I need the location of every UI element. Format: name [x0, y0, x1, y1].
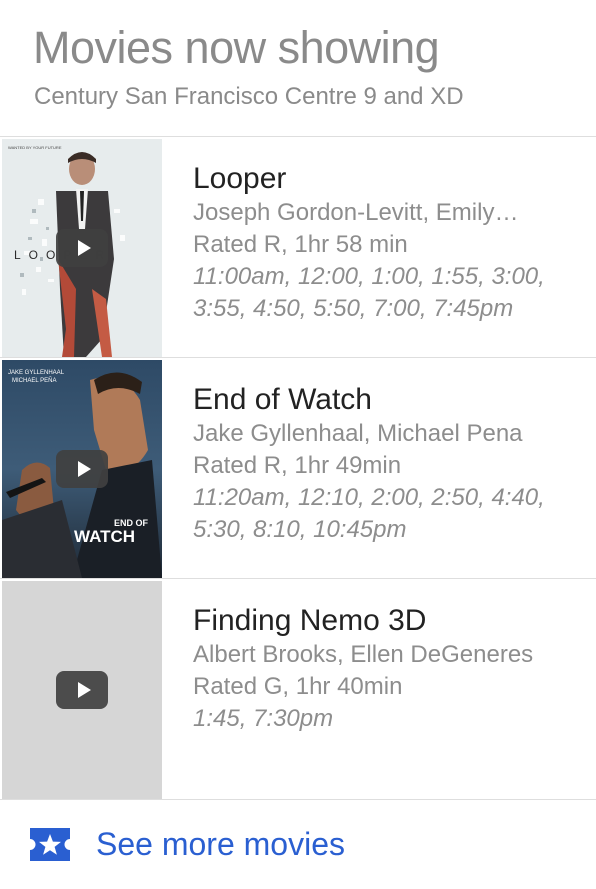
play-trailer-button[interactable] [56, 671, 108, 709]
movie-poster-placeholder[interactable] [2, 581, 162, 799]
movie-info: Looper Joseph Gordon-Levitt, Emily… Rate… [193, 161, 588, 325]
movie-title[interactable]: Looper [193, 161, 588, 197]
play-icon [77, 461, 91, 477]
movie-row-end-of-watch[interactable]: JAKE GYLLENHAAL MICHAEL PEÑA END OF WATC… [0, 358, 596, 579]
card-header: Movies now showing Century San Francisco… [0, 0, 596, 137]
play-icon [77, 240, 91, 256]
movie-rating: Rated R, 1hr 58 min [193, 231, 408, 258]
movies-card: Movies now showing Century San Francisco… [0, 0, 596, 889]
movie-info: Finding Nemo 3D Albert Brooks, Ellen DeG… [193, 603, 588, 735]
play-trailer-button[interactable] [56, 229, 108, 267]
movie-info: End of Watch Jake Gyllenhaal, Michael Pe… [193, 382, 588, 546]
svg-text:JAKE GYLLENHAAL: JAKE GYLLENHAAL [8, 370, 65, 376]
see-more-footer[interactable]: See more movies [0, 800, 596, 889]
play-trailer-button[interactable] [56, 450, 108, 488]
movie-row-looper[interactable]: WANTED BY YOUR FUTURE LOOPER Looper Jose… [0, 137, 596, 358]
movie-showtimes[interactable]: 11:20am, 12:10, 2:00, 2:50, 4:40, 5:30, … [193, 482, 588, 546]
movie-poster-end-of-watch[interactable]: JAKE GYLLENHAAL MICHAEL PEÑA END OF WATC… [2, 360, 162, 578]
svg-text:WATCH: WATCH [74, 527, 135, 546]
movie-title[interactable]: End of Watch [193, 382, 588, 418]
theater-name: Century San Francisco Centre 9 and XD [34, 83, 464, 110]
svg-text:WANTED BY YOUR FUTURE: WANTED BY YOUR FUTURE [8, 145, 62, 150]
ticket-star-icon [30, 828, 70, 861]
movie-cast: Joseph Gordon-Levitt, Emily… [193, 199, 519, 226]
movie-cast: Albert Brooks, Ellen DeGeneres [193, 641, 534, 668]
movie-showtimes[interactable]: 1:45, 7:30pm [193, 703, 588, 735]
movie-poster-looper[interactable]: WANTED BY YOUR FUTURE LOOPER [2, 139, 162, 357]
card-title: Movies now showing [33, 22, 440, 73]
see-more-movies-link[interactable]: See more movies [96, 826, 345, 863]
movie-showtimes[interactable]: 11:00am, 12:00, 1:00, 1:55, 3:00, 3:55, … [193, 261, 588, 325]
movie-rating: Rated R, 1hr 49min [193, 452, 402, 479]
movie-row-finding-nemo-3d[interactable]: Finding Nemo 3D Albert Brooks, Ellen DeG… [0, 579, 596, 800]
movie-cast: Jake Gyllenhaal, Michael Pena [193, 420, 523, 447]
movie-title[interactable]: Finding Nemo 3D [193, 603, 588, 639]
movie-rating: Rated G, 1hr 40min [193, 673, 403, 700]
svg-text:MICHAEL PEÑA: MICHAEL PEÑA [12, 377, 56, 384]
play-icon [77, 682, 91, 698]
